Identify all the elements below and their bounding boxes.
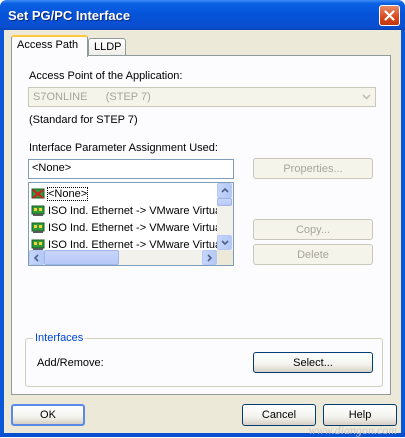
interfaces-group-label: Interfaces [33,332,86,344]
scroll-down-button[interactable] [217,235,232,250]
chevron-up-icon [220,188,229,193]
list-item-label: ISO Ind. Ethernet -> VMware Virtua [48,238,222,251]
vertical-scroll-thumb[interactable] [217,198,232,206]
delete-button-label: Delete [297,248,329,261]
network-card-icon [31,205,45,216]
dialog-client-area: Access Path LLDP Access Point of the App… [4,30,401,433]
list-item-label: ISO Ind. Ethernet -> VMware Virtua [48,221,222,234]
list-item-label: ISO Ind. Ethernet -> VMware Virtua [48,204,222,217]
list-item[interactable]: <None> [31,185,89,202]
window-title: Set PG/PC Interface [8,8,131,23]
tab-access-path-label: Access Path [17,39,79,51]
select-button[interactable]: Select... [253,352,373,373]
close-icon [384,10,395,21]
tab-panel-access-path: Access Point of the Application: S7ONLIN… [11,55,391,395]
param-value: <None> [32,162,72,174]
copy-button-label: Copy... [295,223,331,236]
access-point-dropdown-button[interactable] [358,89,374,105]
select-button-label: Select... [293,356,333,369]
list-item-label: <None> [46,186,89,201]
add-remove-label: Add/Remove: [37,357,104,369]
ok-button-label: OK [40,409,56,421]
watermark: www.diangon.com [308,423,397,437]
scroll-right-button[interactable] [202,250,217,265]
vertical-scrollbar[interactable] [217,183,233,250]
scroll-left-button[interactable] [29,250,44,265]
scrollbar-corner [217,250,233,265]
none-network-icon [31,188,45,199]
delete-button[interactable]: Delete [253,244,373,265]
properties-button-label: Properties... [283,162,343,175]
tab-access-path[interactable]: Access Path [11,35,88,57]
access-point-note: (Standard for STEP 7) [29,114,138,126]
ok-button[interactable]: OK [11,404,85,426]
horizontal-scroll-thumb[interactable] [44,250,119,265]
param-label: Interface Parameter Assignment Used: [29,142,218,154]
help-button-label: Help [348,409,372,421]
network-card-icon [31,239,45,250]
access-point-select[interactable]: S7ONLINE (STEP 7) [28,87,376,107]
access-point-value: S7ONLINE (STEP 7) [33,91,151,103]
cancel-button-label: Cancel [261,409,297,421]
copy-button[interactable]: Copy... [253,219,373,240]
title-bar[interactable]: Set PG/PC Interface [0,0,405,30]
list-item[interactable]: ISO Ind. Ethernet -> VMware Virtua [31,202,221,219]
cancel-button[interactable]: Cancel [242,404,316,426]
chevron-down-icon [220,240,229,245]
close-button[interactable] [379,5,400,26]
access-point-label: Access Point of the Application: [29,70,183,82]
properties-button[interactable]: Properties... [253,158,373,179]
scroll-up-button[interactable] [217,183,232,198]
list-item[interactable]: ISO Ind. Ethernet -> VMware Virtua [31,219,221,236]
dialog-window: Set PG/PC Interface Access Path LLDP Acc… [0,0,405,437]
interfaces-group: Interfaces Add/Remove: Select... [25,332,383,387]
network-card-icon [31,222,45,233]
chevron-right-icon [207,253,212,262]
param-value-field[interactable]: <None> [28,159,234,179]
interface-list[interactable]: <None> ISO Ind. Ethernet -> VMware Virtu… [28,182,234,266]
chevron-left-icon [34,253,39,262]
chevron-down-icon [361,94,371,100]
tab-lldp-label: LLDP [94,41,122,53]
horizontal-scrollbar[interactable] [29,250,217,265]
